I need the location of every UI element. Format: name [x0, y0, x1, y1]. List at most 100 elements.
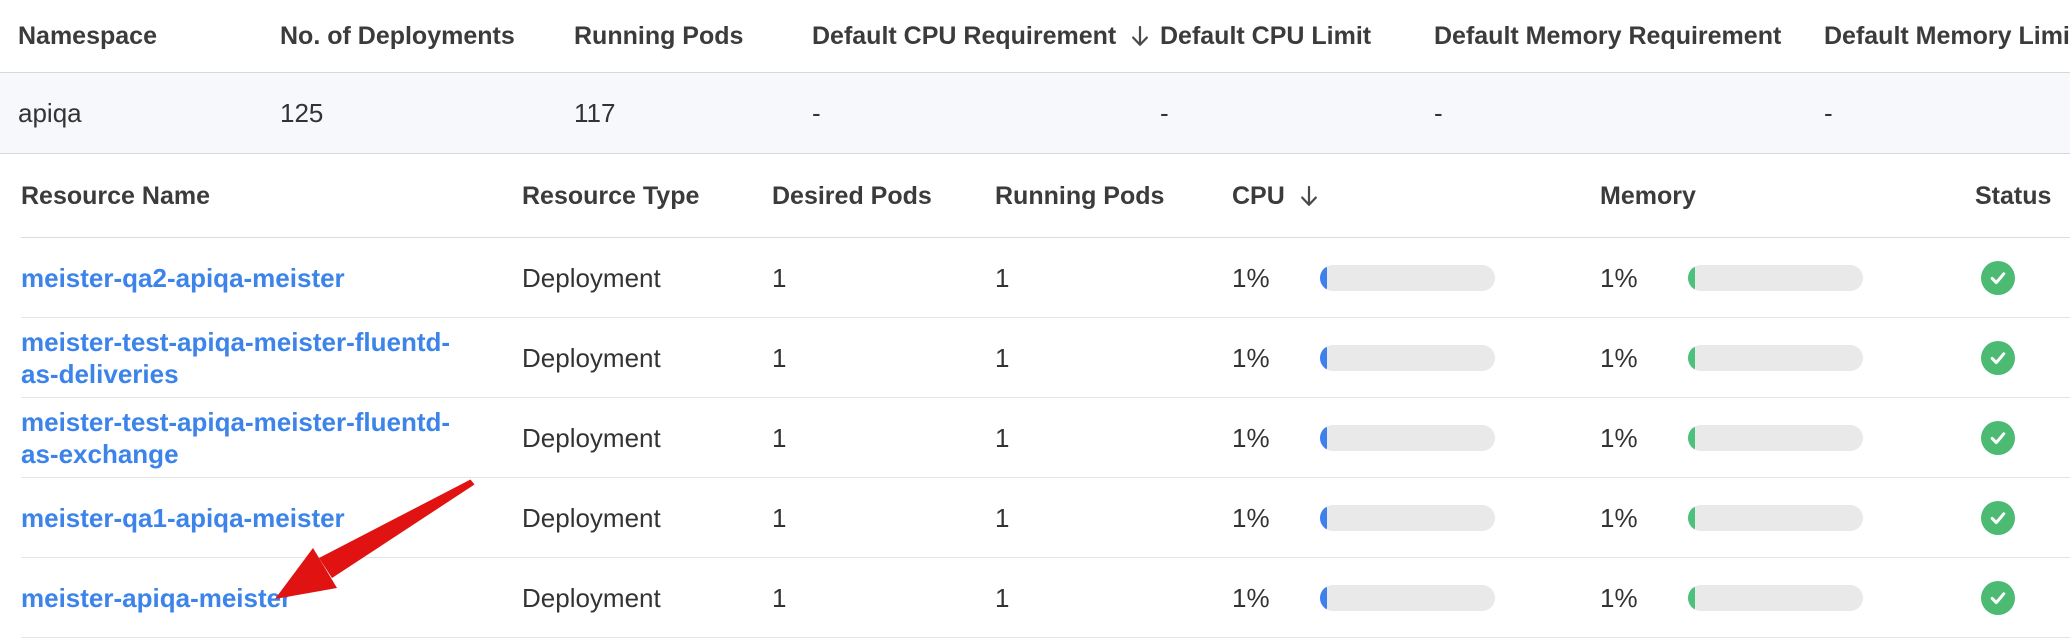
namespace-name: apiqa: [18, 98, 280, 129]
namespace-default-cpu-limit: -: [1160, 98, 1434, 129]
resource-name-cell: meister-test-apiqa-meister-fluentd-as-de…: [21, 326, 522, 390]
column-header-default-memory-limit[interactable]: Default Memory Limit: [1806, 22, 2070, 51]
namespace-default-memory-requirement: -: [1434, 98, 1806, 129]
resource-row: meister-qa2-apiqa-meister Deployment 1 1…: [0, 238, 2070, 318]
cpu-percent: 1%: [1232, 343, 1320, 374]
status-cell: [1975, 341, 2070, 375]
column-header-default-cpu-limit[interactable]: Default CPU Limit: [1160, 22, 1434, 51]
sort-descending-icon: [1130, 24, 1150, 48]
resource-row: meister-apiqa-meister Deployment 1 1 1% …: [0, 558, 2070, 638]
status-ok-icon: [1981, 581, 2015, 615]
status-cell: [1975, 581, 2070, 615]
resource-name-link[interactable]: meister-test-apiqa-meister-fluentd-as-de…: [21, 327, 450, 389]
memory-percent: 1%: [1600, 583, 1688, 614]
column-header-running-pods[interactable]: Running Pods: [995, 182, 1232, 211]
cpu-metric: 1%: [1232, 583, 1600, 614]
cpu-bar-fill: [1320, 345, 1327, 371]
resource-row: meister-test-apiqa-meister-fluentd-as-de…: [0, 318, 2070, 398]
resource-table-header-row: Resource Name Resource Type Desired Pods…: [0, 154, 2070, 238]
memory-metric: 1%: [1600, 423, 1975, 454]
memory-metric: 1%: [1600, 343, 1975, 374]
memory-usage-bar: [1688, 425, 1863, 451]
memory-usage-bar: [1688, 585, 1863, 611]
memory-metric: 1%: [1600, 263, 1975, 294]
cpu-metric: 1%: [1232, 263, 1600, 294]
cpu-percent: 1%: [1232, 423, 1320, 454]
running-pods-value: 1: [995, 423, 1232, 454]
resource-name-cell: meister-test-apiqa-meister-fluentd-as-ex…: [21, 406, 522, 470]
cpu-usage-bar: [1320, 585, 1495, 611]
memory-metric: 1%: [1600, 583, 1975, 614]
memory-bar-fill: [1688, 345, 1695, 371]
column-header-resource-name[interactable]: Resource Name: [21, 182, 522, 211]
status-ok-icon: [1981, 421, 2015, 455]
resource-name-cell: meister-qa1-apiqa-meister: [21, 502, 522, 534]
resource-row: meister-test-apiqa-meister-fluentd-as-ex…: [0, 398, 2070, 478]
resource-table: Resource Name Resource Type Desired Pods…: [0, 154, 2070, 638]
resource-rows: meister-qa2-apiqa-meister Deployment 1 1…: [0, 238, 2070, 638]
status-ok-icon: [1981, 341, 2015, 375]
column-header-resource-type[interactable]: Resource Type: [522, 182, 772, 211]
memory-percent: 1%: [1600, 423, 1688, 454]
cpu-usage-bar: [1320, 505, 1495, 531]
resource-name-link[interactable]: meister-test-apiqa-meister-fluentd-as-ex…: [21, 407, 450, 469]
cpu-percent: 1%: [1232, 263, 1320, 294]
resource-type: Deployment: [522, 343, 772, 374]
namespace-summary-table: Namespace No. of Deployments Running Pod…: [0, 0, 2070, 154]
namespace-running-pods-count: 117: [574, 98, 812, 129]
cpu-metric: 1%: [1232, 343, 1600, 374]
namespace-table-header-row: Namespace No. of Deployments Running Pod…: [0, 0, 2070, 73]
column-header-desired-pods[interactable]: Desired Pods: [772, 182, 995, 211]
column-header-namespace[interactable]: Namespace: [18, 22, 280, 51]
cpu-bar-fill: [1320, 505, 1327, 531]
memory-bar-fill: [1688, 505, 1695, 531]
namespace-row-apiqa[interactable]: apiqa 125 117 - - - -: [0, 73, 2070, 154]
memory-usage-bar: [1688, 505, 1863, 531]
cpu-usage-bar: [1320, 345, 1495, 371]
desired-pods-value: 1: [772, 503, 995, 534]
status-ok-icon: [1981, 501, 2015, 535]
column-header-memory[interactable]: Memory: [1600, 182, 1975, 211]
resource-type: Deployment: [522, 423, 772, 454]
memory-bar-fill: [1688, 265, 1695, 291]
namespace-default-memory-limit: -: [1806, 98, 2070, 129]
running-pods-value: 1: [995, 503, 1232, 534]
column-header-default-cpu-requirement[interactable]: Default CPU Requirement: [812, 22, 1160, 51]
resource-row: meister-qa1-apiqa-meister Deployment 1 1…: [0, 478, 2070, 558]
resource-name-link[interactable]: meister-qa1-apiqa-meister: [21, 503, 345, 533]
cpu-metric: 1%: [1232, 503, 1600, 534]
resource-name-link[interactable]: meister-apiqa-meister: [21, 583, 291, 613]
desired-pods-value: 1: [772, 343, 995, 374]
memory-percent: 1%: [1600, 503, 1688, 534]
resource-type: Deployment: [522, 263, 772, 294]
namespace-default-cpu-requirement: -: [812, 98, 1160, 129]
cpu-metric: 1%: [1232, 423, 1600, 454]
status-cell: [1975, 501, 2070, 535]
memory-usage-bar: [1688, 265, 1863, 291]
running-pods-value: 1: [995, 343, 1232, 374]
status-cell: [1975, 261, 2070, 295]
cpu-percent: 1%: [1232, 583, 1320, 614]
column-header-deployments[interactable]: No. of Deployments: [280, 22, 574, 51]
cpu-bar-fill: [1320, 425, 1327, 451]
column-header-running-pods[interactable]: Running Pods: [574, 22, 812, 51]
workloads-dashboard: Namespace No. of Deployments Running Pod…: [0, 0, 2070, 642]
memory-bar-fill: [1688, 425, 1695, 451]
status-ok-icon: [1981, 261, 2015, 295]
resource-name-link[interactable]: meister-qa2-apiqa-meister: [21, 263, 345, 293]
cpu-percent: 1%: [1232, 503, 1320, 534]
cpu-bar-fill: [1320, 265, 1327, 291]
resource-type: Deployment: [522, 583, 772, 614]
resource-type: Deployment: [522, 503, 772, 534]
memory-percent: 1%: [1600, 263, 1688, 294]
desired-pods-value: 1: [772, 583, 995, 614]
cpu-bar-fill: [1320, 585, 1327, 611]
column-header-status[interactable]: Status: [1975, 182, 2070, 211]
running-pods-value: 1: [995, 583, 1232, 614]
namespace-deployments-count: 125: [280, 98, 574, 129]
sort-descending-icon: [1299, 184, 1319, 208]
column-header-cpu[interactable]: CPU: [1232, 182, 1600, 211]
column-header-default-memory-requirement[interactable]: Default Memory Requirement: [1434, 22, 1806, 51]
cpu-usage-bar: [1320, 265, 1495, 291]
cpu-usage-bar: [1320, 425, 1495, 451]
